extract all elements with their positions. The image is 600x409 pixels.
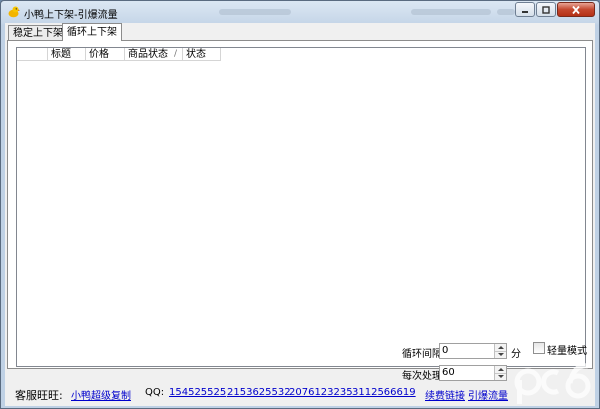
app-window: 小鸭上下架-引爆流量 稳定上下架 循环上下架 标题 价格 商品状态 / 状态 循… [0,0,600,409]
spin-down-button[interactable] [495,351,506,358]
tab-panel-loop: 标题 价格 商品状态 / 状态 [7,40,593,369]
list-header: 标题 价格 商品状态 / 状态 [17,48,221,62]
blurred-background-text [497,9,515,15]
minimize-button[interactable] [515,2,535,17]
maximize-icon [542,5,550,14]
renew-link[interactable]: 续费链接 [425,387,465,402]
qq-link-1[interactable]: 154525525 [169,387,226,398]
qq-label: QQ: [145,387,165,398]
light-mode-checkbox[interactable] [533,342,545,354]
per-process-spinner [494,366,506,380]
maximize-button[interactable] [536,2,556,17]
tab-loop[interactable]: 循环上下架 [62,23,122,41]
column-header-item-status[interactable]: 商品状态 / [125,48,183,61]
arrow-up-icon [498,346,504,349]
light-mode-label[interactable]: 轻量模式 [547,342,587,357]
qq-link-2[interactable]: 2153625532 [227,387,291,398]
minimize-icon [522,10,528,13]
client-area: 稳定上下架 循环上下架 标题 价格 商品状态 / 状态 循环间隔 0 分 轻量模… [5,23,595,406]
blurred-background-text [219,9,291,15]
boost-traffic-link[interactable]: 引爆流量 [468,387,508,402]
support-wangwang-link[interactable]: 小鸭超级复制 [71,387,131,402]
per-process-input[interactable]: 60 [439,365,507,381]
window-controls [514,2,595,17]
loop-interval-label: 循环间隔 [402,349,442,360]
loop-interval-value: 0 [442,345,449,356]
product-list[interactable]: 标题 价格 商品状态 / 状态 [16,47,586,367]
loop-interval-input[interactable]: 0 [439,343,507,359]
column-header-item-status-label: 商品状态 [128,49,168,60]
per-process-value: 60 [442,367,455,378]
title-bar[interactable]: 小鸭上下架-引爆流量 [1,1,599,23]
arrow-down-icon [498,375,504,378]
blurred-background-text [411,9,491,15]
close-icon [572,5,580,14]
arrow-up-icon [498,368,504,371]
close-button[interactable] [557,2,595,17]
window-title: 小鸭上下架-引爆流量 [24,10,118,21]
arrow-down-icon [498,353,504,356]
column-header-select[interactable] [17,48,48,61]
duck-icon [8,6,20,18]
qq-link-3[interactable]: 2076123235 [289,387,353,398]
site-watermark-logo [514,363,591,404]
per-process-label: 每次处理 [402,371,442,382]
tab-stable[interactable]: 稳定上下架 [8,25,68,41]
spin-down-button[interactable] [495,373,506,380]
loop-interval-spinner [494,344,506,358]
column-header-price[interactable]: 价格 [86,48,125,61]
column-header-title[interactable]: 标题 [48,48,86,61]
column-header-status[interactable]: 状态 [183,48,221,61]
support-label: 客服旺旺: [15,389,63,402]
qq-link-4[interactable]: 3112566619 [352,387,416,398]
column-resize-icon: / [173,49,177,59]
